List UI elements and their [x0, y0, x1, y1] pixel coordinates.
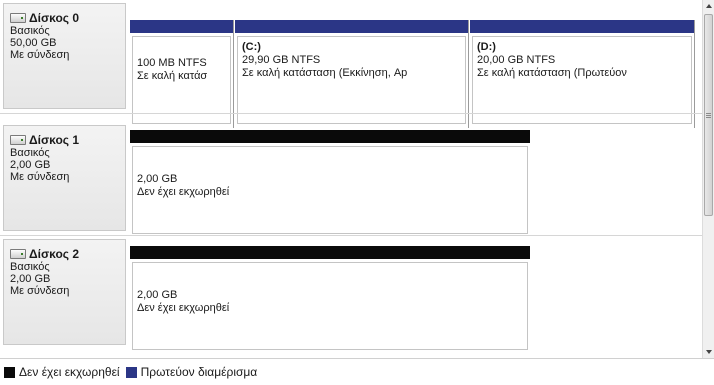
primary-partition-bar [130, 20, 233, 33]
partition-unallocated[interactable]: 2,00 GB Δεν έχει εκχωρηθεί [130, 130, 530, 238]
partition-size: 2,00 GB [137, 173, 178, 185]
partition-size: 29,90 GB NTFS [242, 54, 321, 66]
partition-size: 100 MB NTFS [137, 57, 207, 69]
partition-status: Δεν έχει εκχωρηθεί [137, 302, 230, 314]
partition-size: 2,00 GB [137, 289, 178, 301]
disk-status: Με σύνδεση [10, 171, 70, 183]
disk-type: Βασικός [10, 25, 50, 37]
disk-drive-icon [10, 249, 26, 259]
unallocated-swatch [4, 366, 15, 378]
partition-system-reserved[interactable]: 100 MB NTFS Σε καλή κατάσ [130, 20, 234, 128]
unallocated-bar [130, 246, 530, 259]
disk-name: Δίσκος 0 [29, 11, 80, 25]
vertical-scrollbar[interactable] [702, 0, 714, 358]
partition-d[interactable]: (D:) 20,00 GB NTFS Σε καλή κατάσταση (Πρ… [470, 20, 695, 128]
partition-unallocated[interactable]: 2,00 GB Δεν έχει εκχωρηθεί [130, 246, 530, 354]
legend-primary-label: Πρωτεύον διαμέρισμα [140, 365, 258, 379]
partition-volume: (D:) [477, 41, 496, 53]
row-divider [0, 113, 702, 114]
legend-unallocated-label: Δεν έχει εκχωρηθεί [19, 365, 120, 379]
disk-1-label[interactable]: Δίσκος 1 Βασικός 2,00 GB Με σύνδεση [3, 125, 126, 231]
disk-row-2: Δίσκος 2 Βασικός 2,00 GB Με σύνδεση 2,00… [0, 236, 702, 350]
grip-icon [706, 112, 711, 118]
disk-drive-icon [10, 135, 26, 145]
disk-size: 50,00 GB [10, 37, 57, 49]
disk-size: 2,00 GB [10, 273, 51, 285]
disk-map-pane: Δίσκος 0 Βασικός 50,00 GB Με σύνδεση 100… [0, 0, 702, 358]
unallocated-bar [130, 130, 530, 143]
partition-status: Σε καλή κατάσταση (Πρωτεύον [477, 67, 627, 79]
disk-name: Δίσκος 1 [29, 133, 80, 147]
disk-status: Με σύνδεση [10, 49, 70, 61]
primary-partition-bar [235, 20, 468, 33]
partition-status: Δεν έχει εκχωρηθεί [137, 186, 230, 198]
scroll-up-arrow-icon[interactable] [703, 0, 714, 12]
scroll-down-arrow-icon[interactable] [703, 346, 714, 358]
disk-status: Με σύνδεση [10, 285, 70, 297]
disk-0-partitions: 100 MB NTFS Σε καλή κατάσ (C:) 29,90 GB … [130, 20, 695, 128]
disk-1-partitions: 2,00 GB Δεν έχει εκχωρηθεί [130, 130, 530, 238]
primary-swatch [125, 366, 137, 378]
disk-2-partitions: 2,00 GB Δεν έχει εκχωρηθεί [130, 246, 530, 354]
disk-row-1: Δίσκος 1 Βασικός 2,00 GB Με σύνδεση 2,00… [0, 122, 702, 236]
disk-name: Δίσκος 2 [29, 247, 80, 261]
scroll-thumb[interactable] [704, 14, 713, 216]
partition-size: 20,00 GB NTFS [477, 54, 556, 66]
disk-row-0: Δίσκος 0 Βασικός 50,00 GB Με σύνδεση 100… [0, 0, 702, 128]
disk-2-label[interactable]: Δίσκος 2 Βασικός 2,00 GB Με σύνδεση [3, 239, 126, 345]
partition-status: Σε καλή κατάσ [137, 70, 208, 82]
partition-c[interactable]: (C:) 29,90 GB NTFS Σε καλή κατάσταση (Εκ… [235, 20, 469, 128]
disk-size: 2,00 GB [10, 159, 51, 171]
partition-status: Σε καλή κατάσταση (Εκκίνηση, Ap [242, 67, 408, 79]
partition-volume: (C:) [242, 41, 261, 53]
legend: Δεν έχει εκχωρηθεί Πρωτεύον διαμέρισμα [0, 358, 714, 385]
primary-partition-bar [470, 20, 694, 33]
disk-drive-icon [10, 13, 26, 23]
disk-type: Βασικός [10, 261, 50, 273]
disk-type: Βασικός [10, 147, 50, 159]
disk-0-label[interactable]: Δίσκος 0 Βασικός 50,00 GB Με σύνδεση [3, 3, 126, 109]
